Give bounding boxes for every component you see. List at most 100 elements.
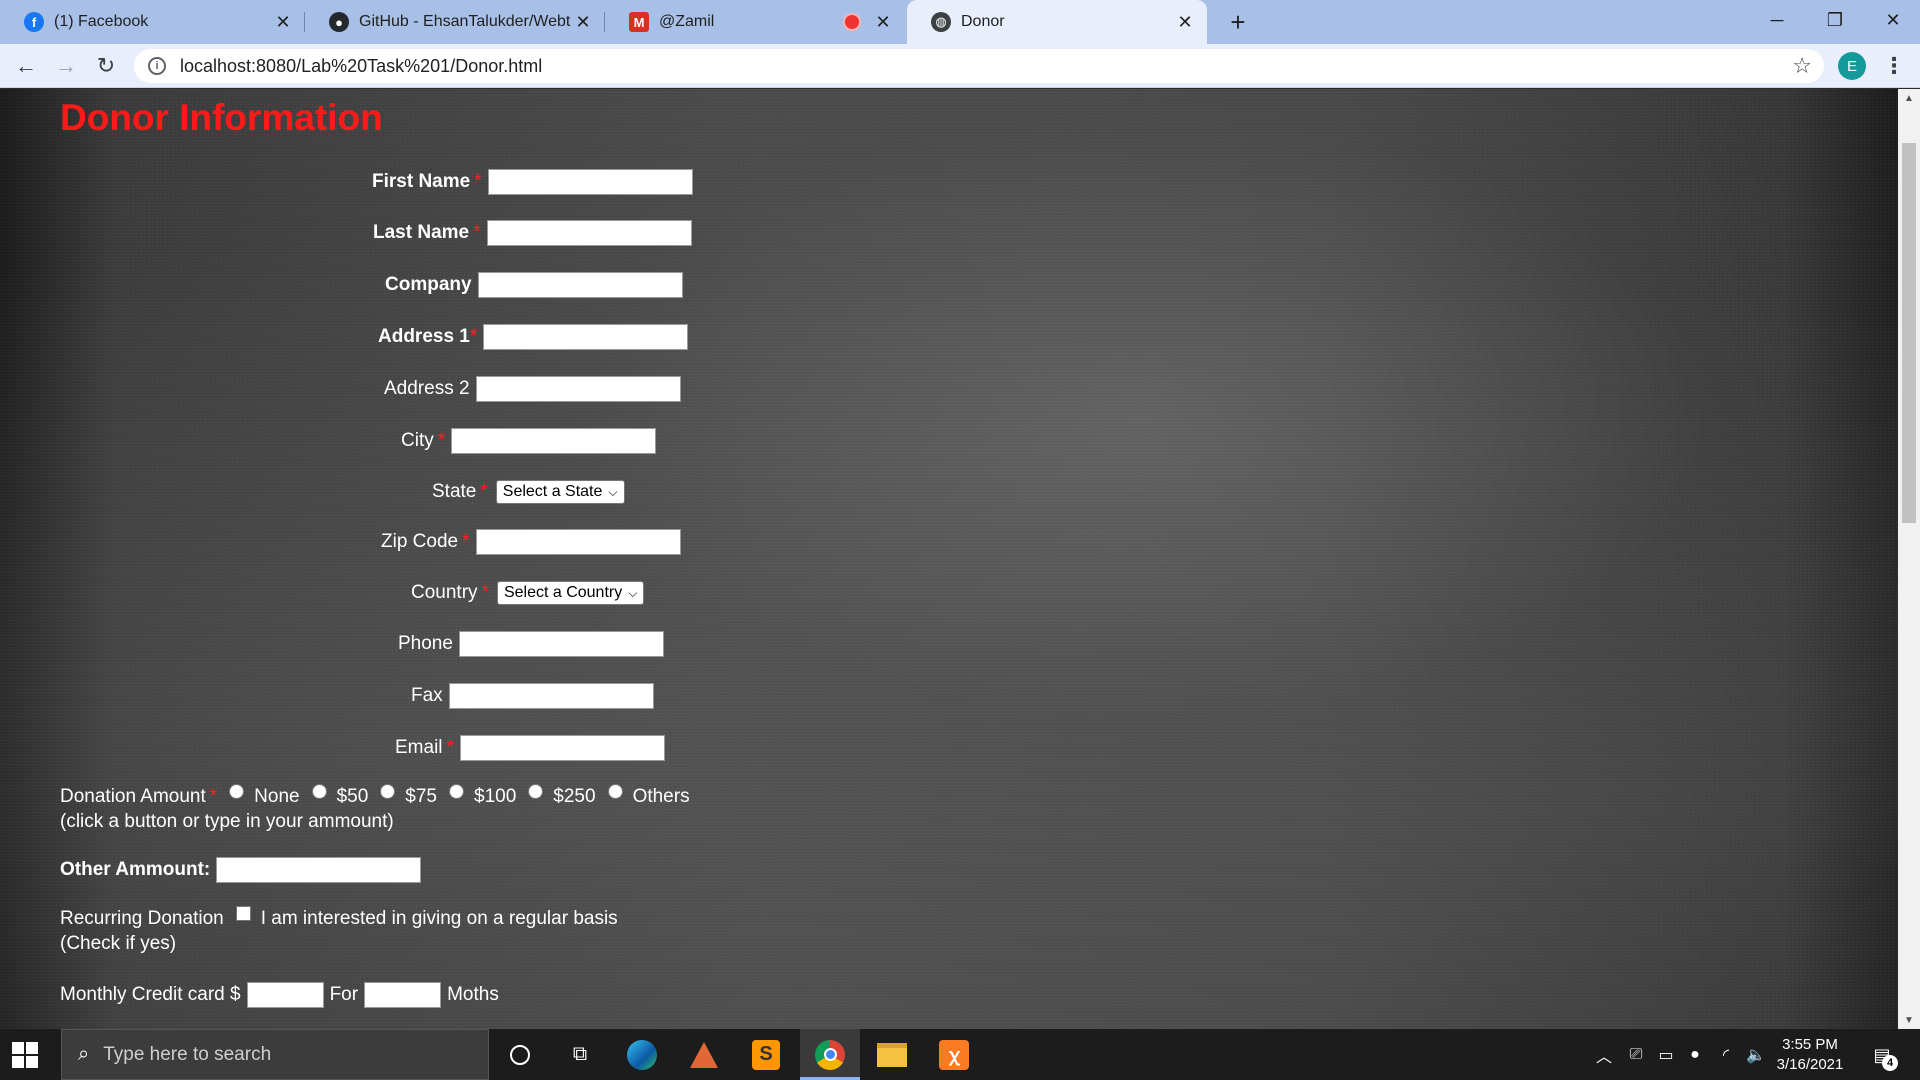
close-icon[interactable]: ✕ bbox=[571, 10, 595, 34]
tab-zamil[interactable]: M @Zamil ✕ bbox=[605, 0, 905, 44]
file-explorer-icon[interactable] bbox=[862, 1029, 922, 1080]
donation-radio-50[interactable] bbox=[311, 784, 327, 799]
chrome-icon[interactable] bbox=[800, 1029, 860, 1080]
email-input[interactable] bbox=[459, 735, 665, 761]
sublime-text-icon[interactable]: S bbox=[736, 1029, 796, 1080]
company-input[interactable] bbox=[477, 272, 683, 298]
donation-radio-none[interactable] bbox=[229, 784, 245, 799]
tray-chevron-up-icon[interactable]: ︿ bbox=[1590, 1029, 1618, 1080]
address-bar[interactable]: i localhost:8080/Lab%20Task%201/Donor.ht… bbox=[134, 49, 1824, 83]
donation-radio-100[interactable] bbox=[449, 784, 464, 799]
page-title: Donor Information bbox=[60, 97, 383, 138]
donation-radio-75[interactable] bbox=[380, 784, 396, 799]
recurring-checkbox[interactable] bbox=[235, 906, 251, 921]
microphone-icon[interactable]: ● bbox=[1682, 1029, 1708, 1080]
address2-row: Address 2 bbox=[384, 376, 681, 402]
chevron-down-icon: ⌵ bbox=[608, 484, 618, 499]
window-close-button[interactable]: ✕ bbox=[1864, 0, 1920, 40]
address1-row: Address 1 * bbox=[378, 324, 689, 350]
recurring-hint: (Check if yes) bbox=[60, 933, 177, 954]
restore-button[interactable]: ❐ bbox=[1806, 0, 1864, 40]
monthly-amount-input[interactable] bbox=[246, 982, 324, 1008]
donation-option-label: $75 bbox=[405, 786, 437, 807]
state-row: State * Select a State ⌵ bbox=[432, 480, 625, 504]
close-icon[interactable]: ✕ bbox=[271, 10, 295, 34]
scrollbar-thumb[interactable] bbox=[1902, 143, 1916, 523]
matlab-icon[interactable] bbox=[674, 1029, 734, 1080]
tab-facebook[interactable]: f (1) Facebook ✕ bbox=[0, 0, 305, 44]
profile-avatar[interactable]: E bbox=[1838, 52, 1866, 80]
taskbar-search-box[interactable]: ⌕ Type here to search bbox=[61, 1029, 489, 1080]
required-mark: * bbox=[437, 430, 446, 451]
other-amount-row: Other Ammount: bbox=[60, 857, 422, 883]
reload-icon[interactable]: ↻ bbox=[90, 50, 122, 82]
bookmark-star-icon[interactable]: ☆ bbox=[1792, 53, 1812, 79]
scroll-down-icon[interactable]: ▼ bbox=[1898, 1011, 1920, 1029]
task-view-icon[interactable]: ⧉ bbox=[550, 1029, 610, 1080]
meet-now-icon[interactable]: ⎚ bbox=[1622, 1029, 1650, 1080]
city-row: City * bbox=[401, 428, 657, 454]
donation-option-label: $100 bbox=[474, 786, 517, 807]
address2-label: Address 2 bbox=[384, 378, 470, 399]
clock-time: 3:55 PM bbox=[1782, 1036, 1838, 1053]
zip-input[interactable] bbox=[475, 529, 681, 555]
for-label: For bbox=[329, 984, 359, 1005]
months-count-input[interactable] bbox=[364, 982, 442, 1008]
notification-icon[interactable]: ▤ 4 bbox=[1866, 1039, 1898, 1071]
battery-icon[interactable]: ▭ bbox=[1652, 1029, 1680, 1080]
country-label: Country bbox=[411, 582, 478, 603]
tab-title: @Zamil bbox=[659, 13, 715, 30]
new-tab-button[interactable]: + bbox=[1222, 6, 1254, 38]
chevron-down-icon: ⌵ bbox=[628, 585, 638, 600]
address1-label: Address 1 bbox=[378, 326, 470, 347]
city-input[interactable] bbox=[451, 428, 657, 454]
menu-dots-icon[interactable]: ⋮ bbox=[1882, 50, 1906, 82]
cortana-icon[interactable] bbox=[490, 1029, 550, 1080]
close-icon[interactable]: ✕ bbox=[871, 10, 895, 34]
zip-label: Zip Code bbox=[381, 531, 459, 552]
url-text[interactable]: localhost:8080/Lab%20Task%201/Donor.html bbox=[180, 56, 542, 77]
first-name-input[interactable] bbox=[487, 169, 693, 195]
tab-github[interactable]: ● GitHub - EhsanTalukder/Webtech ✕ bbox=[305, 0, 605, 44]
first-name-row: First Name * bbox=[372, 169, 693, 195]
required-mark: * bbox=[474, 171, 482, 192]
donation-radio-others[interactable] bbox=[607, 784, 623, 799]
state-select-value: Select a State bbox=[502, 483, 603, 500]
volume-icon[interactable]: 🔈 bbox=[1742, 1029, 1770, 1080]
page-viewport: Donor Information First Name * Last Name… bbox=[0, 89, 1898, 1029]
tab-title: GitHub - EhsanTalukder/Webtech bbox=[359, 13, 571, 30]
site-info-icon[interactable]: i bbox=[148, 57, 166, 75]
xampp-icon[interactable]: ꭓ bbox=[924, 1029, 984, 1080]
required-mark: * bbox=[446, 737, 454, 758]
edge-icon[interactable] bbox=[612, 1029, 672, 1080]
city-label: City bbox=[401, 430, 434, 451]
globe-icon: ◍ bbox=[931, 12, 951, 32]
wifi-icon[interactable]: ◜ bbox=[1712, 1029, 1740, 1080]
taskbar-clock[interactable]: 3:55 PM 3/16/2021 bbox=[1770, 1035, 1850, 1075]
required-mark: * bbox=[473, 222, 481, 243]
donation-radio-250[interactable] bbox=[528, 784, 544, 799]
close-icon[interactable]: ✕ bbox=[1173, 10, 1197, 34]
windows-start-icon[interactable] bbox=[12, 1042, 38, 1068]
fax-input[interactable] bbox=[448, 683, 654, 709]
last-name-input[interactable] bbox=[486, 220, 692, 246]
donation-hint-row: (click a button or type in your ammount) bbox=[60, 811, 394, 833]
phone-row: Phone bbox=[398, 631, 664, 657]
recurring-option-label: I am interested in giving on a regular b… bbox=[260, 908, 618, 929]
other-amount-input[interactable] bbox=[216, 857, 422, 883]
months-label: Moths bbox=[447, 984, 499, 1005]
monthly-row: Monthly Credit card $ For Moths bbox=[60, 982, 499, 1008]
phone-label: Phone bbox=[398, 633, 453, 654]
page-scrollbar[interactable]: ▲ ▼ bbox=[1898, 89, 1920, 1029]
back-arrow-icon[interactable]: ← bbox=[10, 50, 42, 82]
phone-input[interactable] bbox=[458, 631, 664, 657]
forward-arrow-icon[interactable]: → bbox=[50, 50, 82, 82]
minimize-button[interactable]: ─ bbox=[1748, 0, 1806, 40]
recurring-hint-row: (Check if yes) bbox=[60, 933, 176, 955]
address1-input[interactable] bbox=[483, 324, 689, 350]
state-select[interactable]: Select a State ⌵ bbox=[495, 480, 625, 504]
address2-input[interactable] bbox=[475, 376, 681, 402]
country-select[interactable]: Select a Country ⌵ bbox=[496, 581, 645, 605]
tab-donor[interactable]: ◍ Donor ✕ bbox=[907, 0, 1207, 44]
scroll-up-icon[interactable]: ▲ bbox=[1898, 89, 1920, 107]
